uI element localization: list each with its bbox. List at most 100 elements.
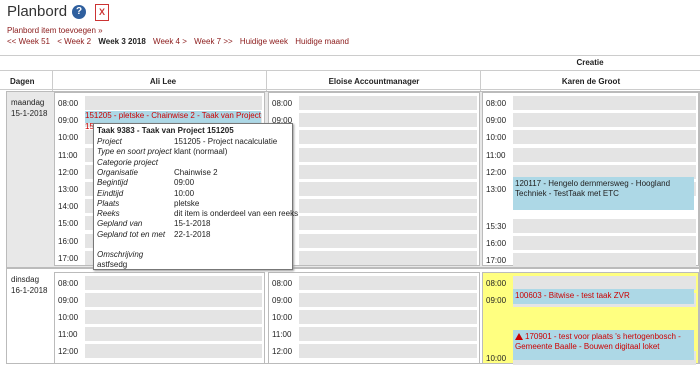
nav-week-4[interactable]: Week 4 > — [153, 37, 187, 46]
time-label: 09:00 — [486, 116, 507, 126]
schedule-eloise-tuesday[interactable]: 08:00 09:00 10:00 11:00 12:00 — [268, 272, 480, 364]
slot-cell[interactable] — [513, 130, 696, 145]
slot-cell[interactable] — [299, 96, 477, 110]
slot-cell[interactable] — [299, 216, 477, 231]
slot-cell[interactable] — [513, 276, 696, 290]
slot-cell[interactable] — [299, 250, 477, 265]
day-date: 15-1-2018 — [11, 109, 48, 118]
time-slot[interactable]: 11:00 — [269, 147, 479, 163]
time-slot[interactable]: 09:00 — [269, 292, 479, 308]
column-header-eloise: Eloise Accountmanager — [328, 77, 420, 86]
time-slot[interactable]: 08:00 — [269, 95, 479, 111]
nav-huidige-maand[interactable]: Huidige maand — [295, 37, 349, 46]
time-slot[interactable]: 09:00 — [483, 112, 698, 128]
time-slot[interactable]: 12:00 — [269, 164, 479, 180]
tooltip-key: Begintijd — [97, 178, 128, 188]
time-label: 13:00 — [486, 185, 507, 194]
slot-cell[interactable] — [299, 233, 477, 248]
appointment-tooltip: Taak 9383 - Taak van Project 151205 Proj… — [93, 123, 298, 270]
time-slot[interactable]: 09:00 — [269, 112, 479, 128]
slot-cell[interactable] — [299, 327, 477, 341]
excel-export-icon[interactable]: X — [95, 4, 109, 21]
time-slot[interactable]: 09:00 — [55, 292, 264, 308]
time-label: 10:00 — [58, 133, 79, 143]
schedule-eloise-monday[interactable]: 08:00 09:0010:00 11:0012:0013:0014:0015:00… — [268, 92, 480, 266]
time-slot[interactable]: 13:00 — [269, 181, 479, 197]
tooltip-value: 10:00 — [174, 188, 195, 198]
slot-cell[interactable] — [85, 293, 262, 307]
time-slot[interactable]: 11:00 — [483, 147, 698, 163]
time-slot[interactable]: 10:00 — [483, 129, 698, 145]
slot-cell[interactable] — [299, 276, 477, 290]
help-icon[interactable]: ? — [72, 5, 86, 19]
slot-cell[interactable] — [299, 293, 477, 307]
slot-cell[interactable] — [299, 113, 477, 128]
time-label: 12:00 — [58, 347, 79, 356]
appointment-karen-monday[interactable]: 120117 - Hengelo dernmersweg - Hoogland … — [513, 177, 694, 210]
tooltip-key: Organisatie — [97, 167, 138, 177]
slot-cell[interactable] — [513, 253, 696, 267]
time-slot[interactable]: 17:00 — [269, 250, 479, 266]
slot-cell[interactable] — [513, 236, 696, 250]
slot-cell[interactable] — [513, 113, 696, 128]
time-slot[interactable]: 16:00 — [483, 235, 698, 251]
slot-cell[interactable] — [299, 344, 477, 358]
tooltip-key: Project — [97, 137, 122, 146]
tooltip-value: 151205 - Project nacalculatie — [174, 137, 278, 146]
slot-cell[interactable] — [85, 96, 262, 110]
slot-cell[interactable] — [513, 96, 696, 110]
schedule-ali-lee-tuesday[interactable]: 08:00 09:00 10:00 11:00 12:00 — [54, 272, 265, 364]
appointment-karen-tuesday-2[interactable]: 170901 - test voor plaats 's hertogenbos… — [513, 330, 694, 360]
time-label: 10:00 — [272, 313, 293, 322]
time-slot[interactable]: 08:00 — [55, 95, 264, 111]
slot-cell[interactable] — [299, 164, 477, 179]
slot-cell[interactable] — [513, 219, 696, 233]
time-slot[interactable]: 08:00 — [269, 275, 479, 291]
slot-cell[interactable] — [85, 276, 262, 290]
time-slot[interactable]: 16:00 — [269, 233, 479, 249]
time-slot[interactable]: 15:30 — [483, 218, 698, 234]
tooltip-value: pletske — [174, 198, 200, 208]
slot-cell[interactable] — [299, 147, 477, 162]
nav-week-2[interactable]: < Week 2 — [57, 37, 91, 46]
time-label: 10:00 — [58, 313, 79, 322]
time-slot[interactable]: 11:00 — [269, 326, 479, 342]
slot-cell[interactable] — [85, 310, 262, 324]
appointment-ali-monday[interactable]: 151205 - pletske - Chainwise 2 - Taak va… — [85, 111, 261, 123]
slot-cell[interactable] — [513, 147, 696, 162]
time-slot[interactable]: 15:00 — [269, 215, 479, 231]
time-label: 14:00 — [58, 202, 79, 212]
appointment-karen-tuesday-1[interactable]: 100603 - Bitwise - test taak ZVR — [513, 289, 694, 304]
slot-cell[interactable] — [299, 130, 477, 145]
time-label: 09:00 — [272, 296, 293, 305]
time-slot[interactable]: 12:00 — [269, 343, 479, 359]
time-slot[interactable]: 08:00 — [483, 95, 698, 111]
slot-cell[interactable] — [299, 182, 477, 196]
tooltip-key: Gepland van — [97, 219, 143, 229]
nav-week-51[interactable]: << Week 51 — [7, 37, 50, 46]
time-slot[interactable]: 10:00 — [269, 309, 479, 325]
tooltip-key: Eindtijd — [97, 188, 124, 198]
time-label: 11:00 — [486, 150, 506, 160]
tooltip-key: Plaats — [97, 198, 120, 208]
add-planning-item-link[interactable]: Planbord item toevoegen » — [7, 26, 103, 35]
nav-huidige-week[interactable]: Huidige week — [240, 37, 288, 46]
time-slot[interactable]: 11:00 — [55, 326, 264, 342]
time-slot[interactable]: 12:00 — [55, 343, 264, 359]
nav-week-7[interactable]: Week 7 >> — [194, 37, 233, 46]
time-label: 11:00 — [58, 150, 78, 160]
slot-cell[interactable] — [299, 310, 477, 324]
time-slot[interactable]: 14:00 — [269, 198, 479, 214]
time-slot[interactable]: 08:00 — [55, 275, 264, 291]
time-slot[interactable]: 10:00 — [55, 309, 264, 325]
slot-cell[interactable] — [85, 327, 262, 341]
slot-cell[interactable] — [299, 199, 477, 214]
time-slot[interactable]: 10:00 — [269, 129, 479, 145]
tooltip-key: Type en soort project — [97, 147, 172, 157]
slot-cell[interactable] — [85, 344, 262, 358]
column-header-days: Dagen — [10, 77, 35, 86]
time-slot[interactable]: 17:00 — [483, 252, 698, 268]
column-header-ali-lee: Ali Lee — [149, 77, 177, 86]
time-label: 10:00 — [486, 133, 507, 143]
time-label: 16:00 — [58, 236, 79, 246]
